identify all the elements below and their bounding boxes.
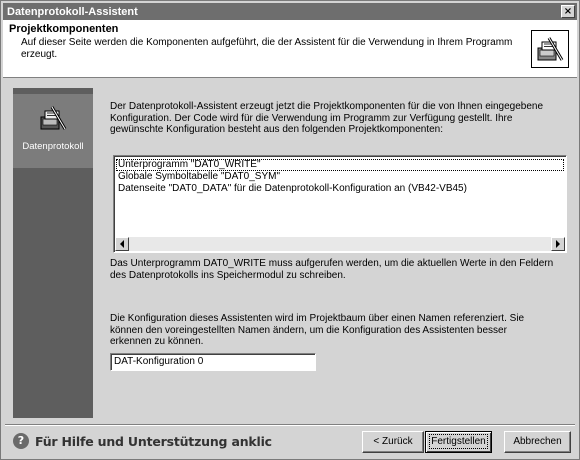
question-icon: ? bbox=[13, 433, 29, 449]
list-item[interactable]: Datenseite "DAT0_DATA" für die Datenprot… bbox=[116, 183, 564, 195]
finish-button[interactable]: Fertigstellen bbox=[425, 431, 492, 453]
page-description: Auf dieser Seite werden die Komponenten … bbox=[21, 37, 513, 60]
help-link[interactable]: ? Für Hilfe und Unterstützung anklic bbox=[13, 433, 272, 449]
list-item[interactable]: Unterprogramm "DAT0_WRITE" bbox=[116, 159, 564, 171]
sidebar-item-label: Datenprotokoll bbox=[22, 141, 84, 152]
data-log-wizard-icon bbox=[38, 104, 68, 135]
help-text[interactable]: Für Hilfe und Unterstützung anklic bbox=[35, 434, 272, 449]
close-button[interactable]: × bbox=[561, 5, 575, 18]
arrow-left-icon bbox=[120, 240, 124, 248]
data-log-wizard-icon bbox=[531, 30, 569, 68]
back-button[interactable]: < Zurück bbox=[362, 431, 424, 453]
wizard-window: Datenprotokoll-Assistent × Projektkompon… bbox=[0, 0, 580, 460]
config-name-field[interactable]: DAT-Konfiguration 0 bbox=[110, 353, 316, 371]
scroll-right-button[interactable] bbox=[551, 237, 565, 251]
sidebar-item-datenprotokoll[interactable]: Datenprotokoll bbox=[13, 94, 93, 168]
sidebar: Datenprotokoll bbox=[13, 88, 93, 418]
close-icon: × bbox=[563, 5, 573, 17]
window-title: Datenprotokoll-Assistent bbox=[7, 5, 138, 18]
finish-button-label: Fertigstellen bbox=[429, 434, 488, 449]
subroutine-note: Das Unterprogramm DAT0_WRITE muss aufger… bbox=[110, 258, 554, 281]
header-panel: Projektkomponenten Auf dieser Seite werd… bbox=[3, 20, 577, 78]
page-title: Projektkomponenten bbox=[9, 23, 119, 35]
components-list[interactable]: Unterprogramm "DAT0_WRITE" Globale Symbo… bbox=[113, 155, 567, 253]
arrow-right-icon bbox=[556, 240, 560, 248]
scroll-left-button[interactable] bbox=[115, 237, 129, 251]
config-description: Die Konfiguration dieses Assistenten wir… bbox=[110, 313, 525, 347]
horizontal-scrollbar[interactable] bbox=[115, 237, 565, 251]
footer-divider bbox=[5, 424, 575, 426]
intro-text: Der Datenprotokoll-Assistent erzeugt jet… bbox=[110, 101, 544, 135]
cancel-button[interactable]: Abbrechen bbox=[504, 431, 571, 453]
list-item[interactable]: Globale Symboltabelle "DAT0_SYM" bbox=[116, 171, 564, 183]
title-bar[interactable]: Datenprotokoll-Assistent × bbox=[3, 3, 577, 20]
